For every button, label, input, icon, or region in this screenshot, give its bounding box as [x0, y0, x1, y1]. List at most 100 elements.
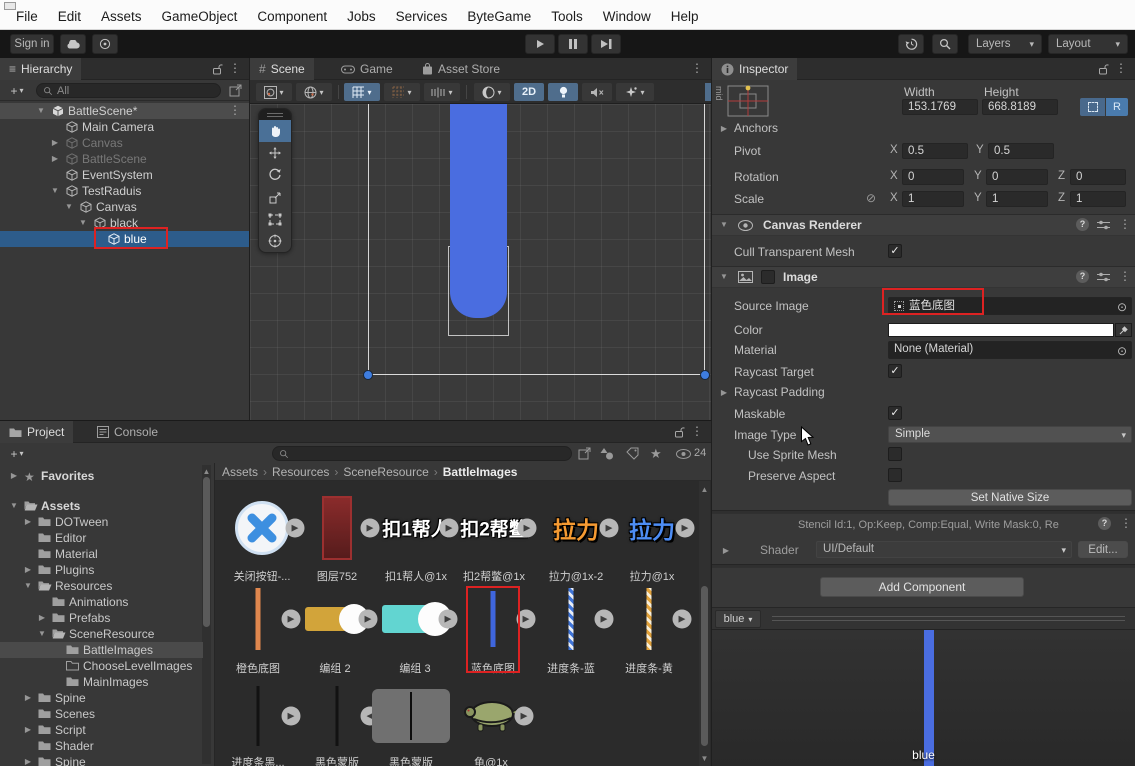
foldout-arrow[interactable]: ▶ [49, 151, 61, 167]
effects-dropdown[interactable]: ▾ [616, 83, 654, 101]
scroll-down-icon[interactable]: ▼ [701, 754, 709, 763]
search-input[interactable]: All [36, 83, 221, 98]
menu-gameobject[interactable]: GameObject [152, 6, 248, 27]
tree-scrollbar[interactable]: ▲ [202, 465, 211, 764]
pivot-x-field[interactable]: 0.5 [902, 143, 968, 159]
scrollbar-thumb[interactable] [701, 586, 708, 746]
project-folder-editor[interactable]: Editor [0, 530, 203, 546]
anchor-preset-widget[interactable] [724, 84, 772, 120]
blue-image-object[interactable] [450, 104, 507, 318]
transform-tool[interactable] [259, 230, 291, 252]
asset-thumbnail[interactable] [491, 591, 496, 647]
draw-mode-dropdown[interactable]: ▾ [256, 83, 292, 101]
favorites-star-icon[interactable]: ★ [650, 446, 662, 462]
expand-sprites-icon[interactable]: ▶ [361, 519, 380, 538]
audio-toggle[interactable] [582, 83, 612, 101]
rect-handle-bottom-right[interactable] [700, 370, 710, 380]
project-folder-shader[interactable]: Shader [0, 738, 203, 754]
project-folder-material[interactable]: Material [0, 546, 203, 562]
layers-dropdown[interactable]: Layers▾ [968, 34, 1042, 54]
project-folder-sceneresource[interactable]: ▼SceneResource [0, 626, 203, 642]
foldout-arrow[interactable]: ▶ [22, 690, 34, 706]
kebab-menu-icon[interactable]: ⋮ [1119, 218, 1131, 230]
kebab-menu-icon[interactable]: ⋮ [691, 425, 703, 437]
foldout-arrow[interactable]: ▶ [22, 514, 34, 530]
play-button[interactable] [525, 34, 555, 54]
palette-drag-handle[interactable] [259, 109, 291, 120]
cloud-button[interactable] [60, 34, 86, 54]
hierarchy-item-canvas[interactable]: ▶Canvas [0, 135, 249, 151]
foldout-arrow[interactable]: ▶ [22, 562, 34, 578]
presets-icon[interactable] [1097, 271, 1110, 283]
lock-icon[interactable] [1098, 63, 1109, 75]
help-icon[interactable]: ? [1076, 270, 1089, 283]
use-sprite-mesh-checkbox[interactable] [888, 447, 902, 461]
raycast-padding-label[interactable]: Raycast Padding [734, 385, 825, 399]
expand-sprites-icon[interactable]: ▶ [518, 519, 537, 538]
rotate-tool[interactable] [259, 164, 291, 186]
sign-in-button[interactable]: Sign in [10, 34, 54, 54]
asset-thumbnail[interactable] [257, 686, 260, 746]
foldout-arrow[interactable]: ▼ [77, 215, 89, 231]
project-folder-favorites[interactable]: ▶★Favorites [0, 468, 203, 484]
canvas-renderer-header[interactable]: ▼ Canvas Renderer [712, 214, 1135, 236]
create-button[interactable]: +▾ [4, 446, 30, 461]
project-folder-plugins[interactable]: ▶Plugins [0, 562, 203, 578]
expand-sprites-icon[interactable]: ▶ [286, 519, 305, 538]
scroll-up-icon[interactable]: ▲ [203, 467, 211, 476]
asset-thumbnail[interactable] [305, 607, 365, 631]
project-folder-assets[interactable]: ▼Assets [0, 498, 203, 514]
clipped-toolbar-button[interactable] [705, 83, 711, 101]
foldout-arrow[interactable]: ▶ [720, 543, 732, 559]
kebab-menu-icon[interactable]: ⋮ [1115, 62, 1127, 74]
help-icon[interactable]: ? [1098, 517, 1111, 530]
kebab-menu-icon[interactable]: ⋮ [691, 62, 703, 74]
raycast-target-checkbox[interactable]: ✓ [888, 364, 902, 378]
breadcrumb-sceneresource[interactable]: SceneResource [343, 465, 428, 479]
expand-sprites-icon[interactable]: ▶ [440, 519, 459, 538]
expand-sprites-icon[interactable]: ▶ [282, 707, 301, 726]
scene-viewport[interactable] [250, 104, 711, 420]
foldout-arrow[interactable]: ▼ [49, 183, 61, 199]
project-folder-mainimages[interactable]: MainImages [0, 674, 203, 690]
scale-x-field[interactable]: 1 [902, 191, 964, 207]
expand-sprites-icon[interactable]: ▶ [673, 610, 692, 629]
asset-thumbnail[interactable] [647, 588, 652, 650]
presets-icon[interactable] [1097, 219, 1110, 231]
scale-z-field[interactable]: 1 [1070, 191, 1126, 207]
layout-dropdown[interactable]: Layout▾ [1048, 34, 1128, 54]
expand-sprites-icon[interactable]: ▶ [359, 610, 378, 629]
visibility-eye-icon[interactable] [676, 449, 691, 459]
kebab-menu-icon[interactable]: ⋮ [1119, 270, 1131, 282]
foldout-arrow[interactable]: ▶ [36, 610, 48, 626]
rect-tool[interactable] [259, 208, 291, 230]
grid-snap-dropdown[interactable]: ▾ [384, 83, 420, 101]
tab-asset-store[interactable]: Asset Store [413, 58, 509, 80]
set-native-size-button[interactable]: Set Native Size [888, 489, 1132, 506]
eyedropper-button[interactable] [1115, 323, 1132, 337]
hierarchy-item-battlescene[interactable]: ▶BattleScene [0, 151, 249, 167]
add-component-button[interactable]: Add Component [820, 577, 1024, 597]
rotation-y-field[interactable]: 0 [986, 169, 1048, 185]
hand-tool[interactable] [259, 120, 291, 142]
open-search-window-icon[interactable] [229, 84, 242, 97]
color-swatch[interactable] [888, 323, 1114, 337]
shader-edit-button[interactable]: Edit... [1078, 541, 1128, 558]
foldout-arrow[interactable]: ▼ [718, 217, 730, 233]
raw-edit-mode-button[interactable]: R [1106, 98, 1128, 116]
object-picker-icon[interactable]: ⊙ [1117, 300, 1127, 314]
tab-game[interactable]: Game [332, 58, 402, 80]
asset-thumbnail[interactable] [462, 699, 520, 733]
asset-thumbnail[interactable] [322, 496, 352, 560]
project-folder-chooselevelimages[interactable]: ChooseLevelImages [0, 658, 203, 674]
step-button[interactable] [591, 34, 621, 54]
asset-thumbnail[interactable] [256, 588, 261, 650]
asset-thumbnail[interactable]: 拉力 [553, 511, 599, 545]
rotation-x-field[interactable]: 0 [902, 169, 964, 185]
project-search-input[interactable] [272, 446, 572, 461]
object-picker-icon[interactable]: ⊙ [1117, 344, 1127, 358]
menu-bytegame[interactable]: ByteGame [457, 6, 541, 27]
foldout-arrow[interactable]: ▼ [22, 578, 34, 594]
project-folder-spine[interactable]: ▶Spine [0, 690, 203, 706]
tab-inspector[interactable]: Inspector [712, 58, 797, 80]
